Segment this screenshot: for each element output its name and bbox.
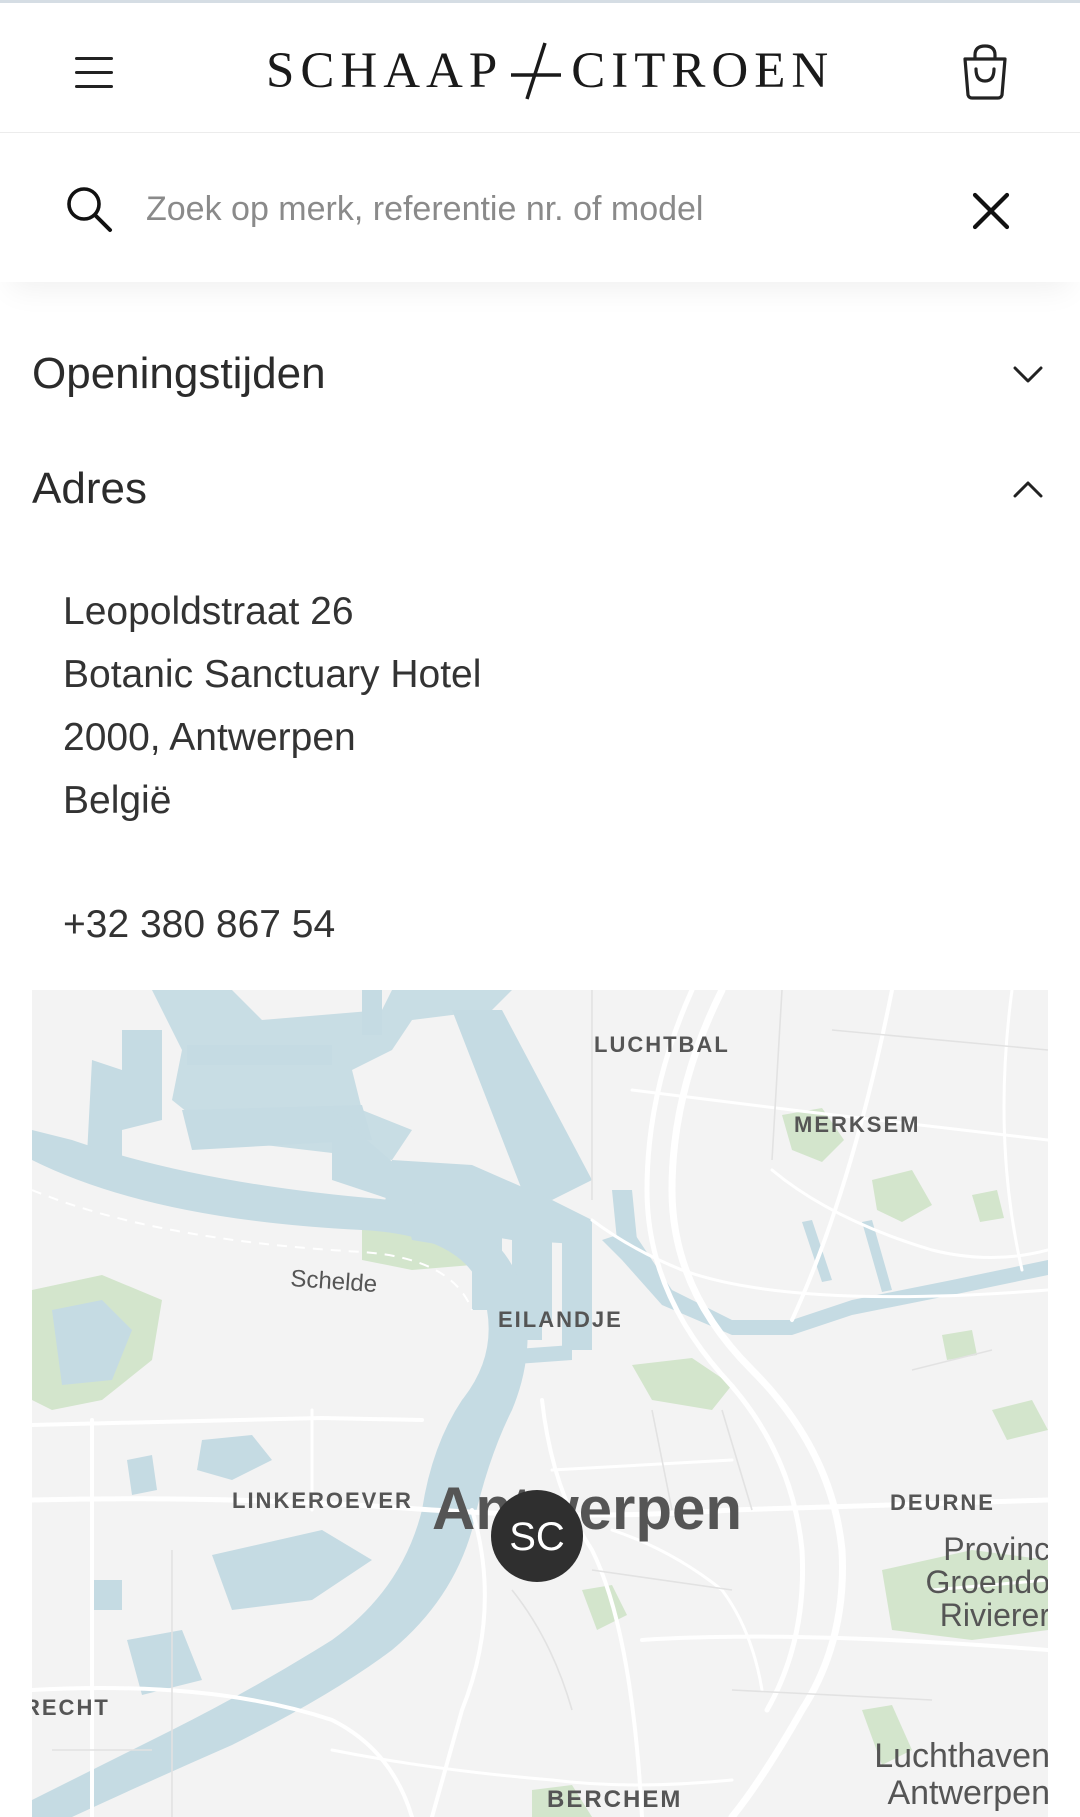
search-bar	[0, 134, 1080, 282]
location-map[interactable]: LUCHTBAL MERKSEM EILANDJE LINKEROEVER DE…	[32, 990, 1048, 1817]
map-label-zwijndrecht: RECHT	[32, 1695, 110, 1720]
map-label-park: Provinc Groendo Rivierer	[925, 1531, 1048, 1633]
brand-name-left: SCHAAP	[266, 43, 504, 99]
map-label-park-line2: Groendo	[925, 1564, 1048, 1600]
search-icon[interactable]	[64, 184, 114, 234]
map-label-luchtbal: LUCHTBAL	[594, 1032, 730, 1057]
map-label-park-line3: Rivierer	[940, 1597, 1048, 1633]
address-street: Leopoldstraat 26	[63, 590, 354, 633]
map-label-eilandje: EILANDJE	[498, 1307, 623, 1332]
cart-button[interactable]	[958, 43, 1012, 101]
map-label-linkeroever: LINKEROEVER	[232, 1488, 413, 1513]
address-country: België	[63, 779, 172, 822]
brand-logo-mark-icon	[511, 42, 562, 100]
site-header: SCHAAP CITROEN	[0, 3, 1080, 133]
address-title: Adres	[32, 464, 147, 513]
address-block: Leopoldstraat 26 Botanic Sanctuary Hotel…	[63, 580, 963, 832]
map-label-merksem: MERKSEM	[794, 1112, 920, 1137]
map-label-airport-line2: Antwerpen	[887, 1774, 1048, 1812]
map-label-deurne: DEURNE	[890, 1490, 995, 1515]
address-city: 2000, Antwerpen	[63, 716, 356, 759]
chevron-up-icon	[1013, 481, 1043, 498]
close-search-button[interactable]	[966, 186, 1016, 236]
accordion-address[interactable]: Adres	[32, 449, 1048, 529]
menu-icon-line	[75, 85, 113, 88]
map-marker-label: SC	[509, 1515, 565, 1559]
accordion-opening-hours[interactable]: Openingstijden	[32, 334, 1048, 414]
shopping-bag-icon	[963, 44, 1007, 100]
opening-hours-title: Openingstijden	[32, 349, 326, 398]
map-label-airport-line1: Luchthaven	[874, 1737, 1048, 1775]
address-venue: Botanic Sanctuary Hotel	[63, 653, 482, 696]
hamburger-menu-button[interactable]	[68, 48, 122, 96]
close-icon	[972, 192, 1010, 230]
store-location-marker[interactable]: SC	[491, 1490, 583, 1582]
map-canvas: LUCHTBAL MERKSEM EILANDJE LINKEROEVER DE…	[32, 990, 1048, 1817]
search-input[interactable]	[146, 174, 926, 244]
brand-logo[interactable]: SCHAAP CITROEN	[266, 39, 834, 103]
map-label-airport: Luchthaven Antwerpen	[874, 1737, 1048, 1812]
map-label-berchem: BERCHEM	[547, 1786, 682, 1813]
menu-icon-line	[75, 71, 113, 74]
menu-icon-line	[75, 57, 113, 60]
phone-number[interactable]: +32 380 867 54	[63, 893, 335, 956]
chevron-down-icon	[1013, 366, 1043, 383]
map-label-park-line1: Provinc	[943, 1531, 1048, 1567]
map-label-antwerpen: Antwerpen	[432, 1475, 742, 1542]
brand-name-right: CITROEN	[571, 43, 835, 99]
